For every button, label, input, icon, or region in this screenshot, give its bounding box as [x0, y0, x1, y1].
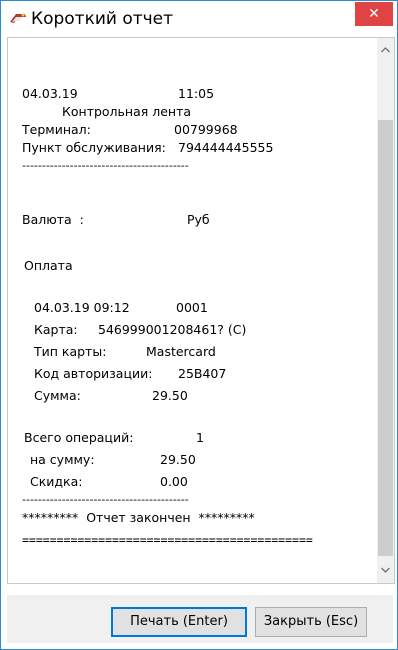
operation-number: 0001: [176, 300, 208, 315]
app-icon: [10, 13, 26, 23]
scroll-up-arrow[interactable]: [377, 42, 394, 59]
total-operations-label: Всего операций:: [24, 430, 134, 445]
window-title: Короткий отчет: [31, 9, 174, 29]
point-label: Пункт обслуживания:: [22, 140, 166, 155]
card-type-label: Тип карты:: [34, 344, 107, 359]
receipt-time: 11:05: [178, 86, 215, 101]
close-button[interactable]: Закрыть (Esc): [255, 607, 367, 637]
separator-line-2: ----------------------------------------…: [22, 493, 189, 506]
double-separator-line: ========================================…: [22, 533, 313, 547]
report-window: Короткий отчет ✕ 04.03.19 11:05 Контроль…: [0, 0, 398, 650]
sum-value: 29.50: [152, 388, 188, 403]
chevron-up-icon: [381, 47, 390, 53]
operation-datetime: 04.03.19 09:12: [34, 300, 130, 315]
auth-code-label: Код авторизации:: [34, 366, 153, 381]
close-icon: ✕: [368, 6, 380, 22]
button-bar: Печать (Enter) Закрыть (Esc): [7, 595, 393, 643]
payment-title: Оплата: [24, 258, 73, 273]
auth-code-value: 25B407: [178, 366, 227, 381]
terminal-label: Терминал:: [22, 122, 91, 137]
sum-label: Сумма:: [34, 388, 81, 403]
receipt-date: 04.03.19: [22, 86, 78, 101]
total-sum-value: 29.50: [160, 452, 196, 467]
close-window-button[interactable]: ✕: [355, 2, 393, 26]
total-sum-label: на сумму:: [30, 452, 95, 467]
report-end-line: ********* Отчет закончен *********: [22, 510, 255, 525]
title-bar[interactable]: Короткий отчет ✕: [1, 1, 397, 37]
receipt-tape-title: Контрольная лента: [62, 104, 192, 119]
scroll-thumb[interactable]: [378, 120, 393, 556]
print-button-label: Печать (Enter): [130, 614, 228, 629]
card-label: Карта:: [34, 322, 78, 337]
currency-label: Валюта :: [22, 212, 84, 227]
card-type-value: Mastercard: [146, 344, 216, 359]
terminal-value: 00799968: [174, 122, 238, 137]
vertical-scrollbar[interactable]: [377, 38, 394, 583]
close-button-label: Закрыть (Esc): [263, 614, 359, 629]
card-value: 546999001208461? (C): [98, 322, 247, 337]
print-button[interactable]: Печать (Enter): [111, 607, 247, 637]
currency-value: Руб: [187, 212, 210, 227]
discount-label: Скидка:: [30, 474, 83, 489]
receipt-panel[interactable]: 04.03.19 11:05 Контрольная лента Термина…: [7, 37, 395, 584]
total-operations-value: 1: [196, 430, 204, 445]
chevron-down-icon: [381, 567, 390, 573]
point-value: 794444445555: [178, 140, 274, 155]
separator-line: ----------------------------------------…: [22, 159, 189, 172]
scroll-down-arrow[interactable]: [377, 562, 394, 579]
discount-value: 0.00: [160, 474, 188, 489]
